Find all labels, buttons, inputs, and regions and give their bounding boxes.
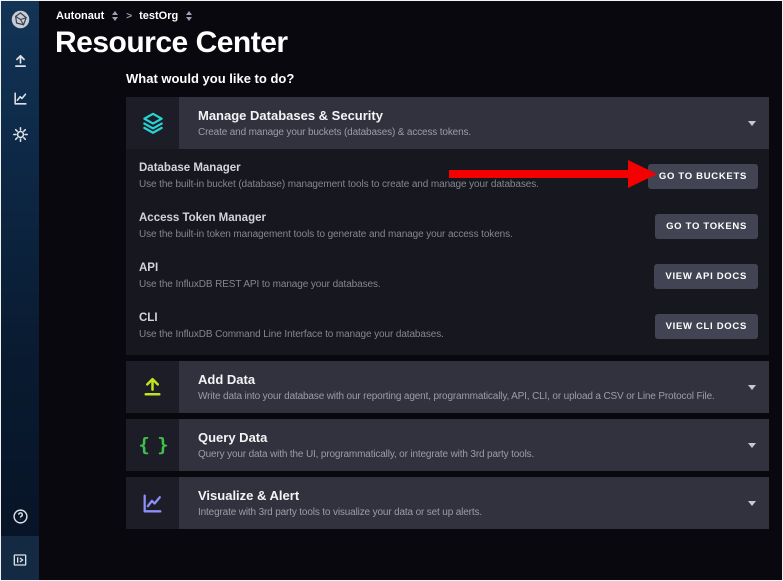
go-to-tokens-button[interactable]: GO TO TOKENS xyxy=(655,214,758,239)
card-description: Integrate with 3rd party tools to visual… xyxy=(198,507,755,518)
card-description: Query your data with the UI, programmati… xyxy=(198,449,755,460)
breadcrumb: Autonaut > testOrg xyxy=(56,10,193,22)
card-header-band: Add Data Write data into your database w… xyxy=(179,361,769,413)
row-title: API xyxy=(139,262,381,274)
card-header-band: Manage Databases & Security Create and m… xyxy=(179,97,769,149)
card-visualize-alert: Visualize & Alert Integrate with 3rd par… xyxy=(126,477,769,529)
row-description: Use the built-in bucket (database) manag… xyxy=(139,179,539,190)
breadcrumb-separator: > xyxy=(126,11,132,22)
card-description: Create and manage your buckets (database… xyxy=(198,127,755,138)
row-api: API Use the InfluxDB REST API to manage … xyxy=(139,251,758,301)
layers-icon xyxy=(126,97,179,149)
breadcrumb-org[interactable]: Autonaut xyxy=(56,10,104,22)
chevron-down-icon[interactable] xyxy=(748,385,756,390)
row-title: CLI xyxy=(139,312,444,324)
page-prompt: What would you like to do? xyxy=(126,71,294,86)
go-to-buckets-button[interactable]: GO TO BUCKETS xyxy=(648,164,758,189)
page-title: Resource Center xyxy=(55,26,288,60)
card-add-data-header[interactable]: Add Data Write data into your database w… xyxy=(126,361,769,413)
card-header-band: Visualize & Alert Integrate with 3rd par… xyxy=(179,477,769,529)
chevron-down-icon[interactable] xyxy=(748,443,756,448)
chevron-down-icon[interactable] xyxy=(748,121,756,126)
row-title: Access Token Manager xyxy=(139,212,513,224)
card-title: Visualize & Alert xyxy=(198,488,755,503)
sidebar-item-data-explorer[interactable] xyxy=(1,83,39,113)
sidebar-item-help[interactable] xyxy=(1,501,39,531)
card-body: Database Manager Use the built-in bucket… xyxy=(126,149,769,355)
card-title: Manage Databases & Security xyxy=(198,108,755,123)
card-title: Add Data xyxy=(198,372,755,387)
main-content: Autonaut > testOrg Resource Center What … xyxy=(39,1,782,580)
row-description: Use the InfluxDB REST API to manage your… xyxy=(139,279,381,290)
card-title: Query Data xyxy=(198,430,755,445)
chevron-down-icon[interactable] xyxy=(748,501,756,506)
row-description: Use the InfluxDB Command Line Interface … xyxy=(139,329,444,340)
card-description: Write data into your database with our r… xyxy=(198,391,755,402)
upload-icon xyxy=(12,53,29,70)
org-switcher-icon[interactable] xyxy=(111,10,119,22)
upload-icon xyxy=(126,361,179,413)
annotation-arrow-shaft xyxy=(449,170,629,178)
row-description: Use the built-in token management tools … xyxy=(139,229,513,240)
view-api-docs-button[interactable]: VIEW API DOCS xyxy=(654,264,758,289)
line-chart-icon xyxy=(12,90,29,107)
card-header-band: Query Data Query your data with the UI, … xyxy=(179,419,769,471)
sidebar-item-toggle-navigation[interactable] xyxy=(1,545,39,575)
card-query-data-header[interactable]: { } Query Data Query your data with the … xyxy=(126,419,769,471)
row-access-token-manager: Access Token Manager Use the built-in to… xyxy=(139,201,758,251)
line-chart-icon xyxy=(126,477,179,529)
panel-toggle-icon xyxy=(12,552,28,568)
influxdb-logo[interactable] xyxy=(1,1,39,37)
bucket-switcher-icon[interactable] xyxy=(185,10,193,22)
sidebar xyxy=(1,1,39,580)
view-cli-docs-button[interactable]: VIEW CLI DOCS xyxy=(655,314,758,339)
sidebar-item-upload-data[interactable] xyxy=(1,46,39,76)
resource-cards: Manage Databases & Security Create and m… xyxy=(126,97,769,535)
breadcrumb-bucket[interactable]: testOrg xyxy=(139,10,178,22)
influxdb-logo-icon xyxy=(10,9,31,30)
card-query-data: { } Query Data Query your data with the … xyxy=(126,419,769,471)
card-add-data: Add Data Write data into your database w… xyxy=(126,361,769,413)
row-cli: CLI Use the InfluxDB Command Line Interf… xyxy=(139,301,758,351)
card-visualize-alert-header[interactable]: Visualize & Alert Integrate with 3rd par… xyxy=(126,477,769,529)
card-manage-databases-header[interactable]: Manage Databases & Security Create and m… xyxy=(126,97,769,149)
card-manage-databases: Manage Databases & Security Create and m… xyxy=(126,97,769,355)
sidebar-item-settings[interactable] xyxy=(1,119,39,149)
curly-braces-icon: { } xyxy=(126,419,179,471)
annotation-arrow-head xyxy=(628,160,657,188)
app-window: Autonaut > testOrg Resource Center What … xyxy=(0,0,783,581)
gear-icon xyxy=(12,126,29,143)
question-mark-icon xyxy=(12,508,29,525)
